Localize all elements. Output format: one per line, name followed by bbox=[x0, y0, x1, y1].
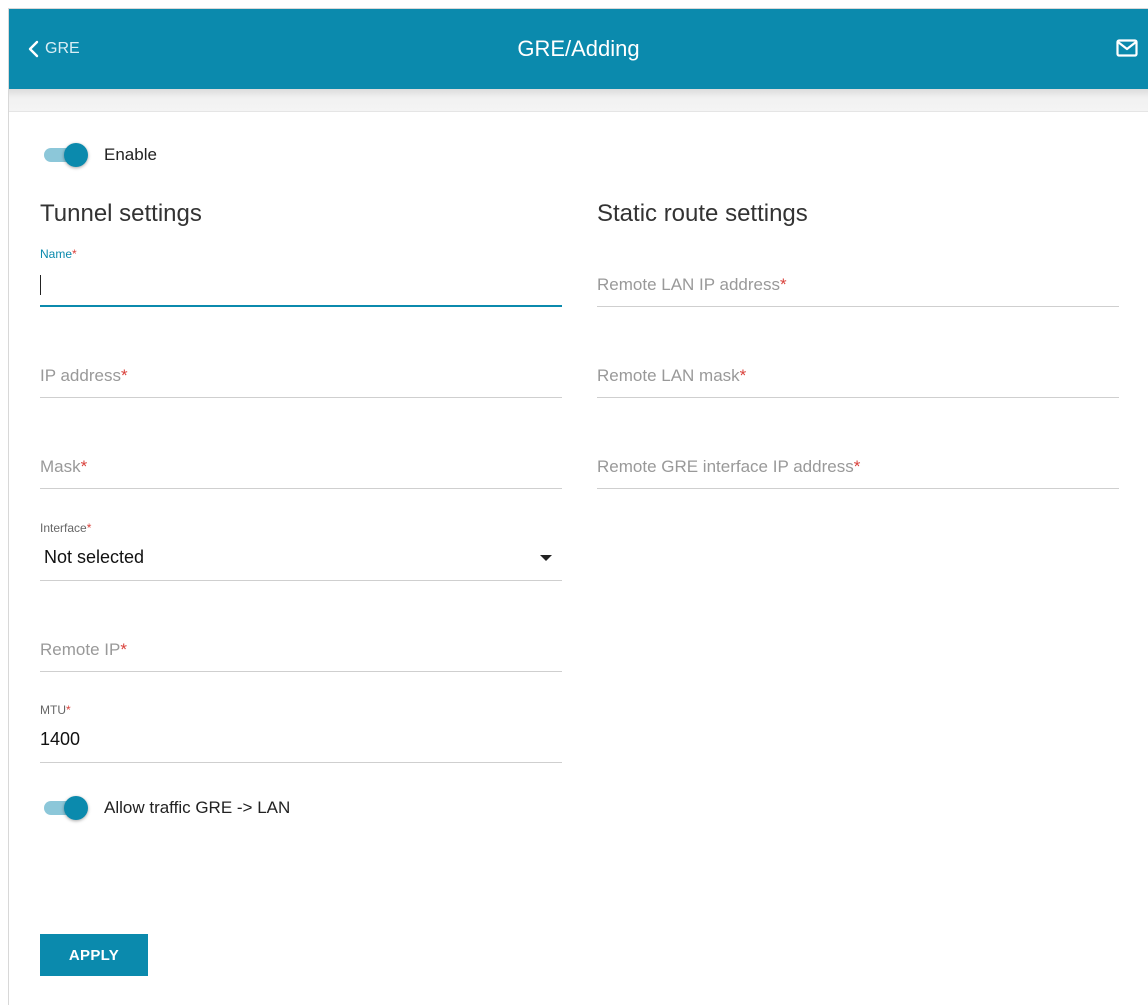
ip-address-field[interactable]: IP address* bbox=[40, 338, 562, 398]
toggle-knob bbox=[64, 796, 88, 820]
interface-underline bbox=[40, 580, 562, 581]
header-shadow bbox=[9, 89, 1148, 112]
remote-gre-ip-field[interactable]: Remote GRE interface IP address* bbox=[597, 429, 1119, 489]
name-field[interactable]: Name* bbox=[40, 247, 562, 307]
interface-label: Interface* bbox=[40, 521, 92, 535]
remote-gre-ip-placeholder: Remote GRE interface IP address* bbox=[597, 457, 861, 476]
remote-lan-mask-field[interactable]: Remote LAN mask* bbox=[597, 338, 1119, 398]
allow-traffic-toggle[interactable] bbox=[40, 796, 88, 820]
enable-toggle[interactable] bbox=[40, 143, 88, 167]
remote-lan-mask-placeholder: Remote LAN mask* bbox=[597, 366, 747, 385]
page-title: GRE/Adding bbox=[517, 36, 640, 61]
remote-ip-underline bbox=[40, 671, 562, 672]
text-caret bbox=[40, 275, 41, 295]
mail-icon[interactable] bbox=[1116, 39, 1138, 62]
name-underline bbox=[40, 305, 562, 307]
remote-gre-ip-underline bbox=[597, 488, 1119, 489]
tunnel-settings-title: Tunnel settings bbox=[40, 200, 202, 227]
mtu-underline bbox=[40, 762, 562, 763]
remote-lan-ip-field[interactable]: Remote LAN IP address* bbox=[597, 247, 1119, 307]
apply-button[interactable]: APPLY bbox=[40, 934, 148, 976]
name-label: Name* bbox=[40, 247, 77, 261]
mask-field[interactable]: Mask* bbox=[40, 429, 562, 489]
mtu-field[interactable]: MTU* 1400 bbox=[40, 703, 562, 763]
mtu-value: 1400 bbox=[40, 729, 81, 749]
remote-lan-ip-underline bbox=[597, 306, 1119, 307]
allow-traffic-label: Allow traffic GRE -> LAN bbox=[104, 798, 291, 817]
enable-label: Enable bbox=[104, 145, 157, 164]
remote-lan-mask-underline bbox=[597, 397, 1119, 398]
mask-placeholder: Mask* bbox=[40, 457, 88, 476]
mask-underline bbox=[40, 488, 562, 489]
ip-address-underline bbox=[40, 397, 562, 398]
remote-ip-placeholder: Remote IP* bbox=[40, 640, 127, 659]
interface-select[interactable]: Interface* Not selected bbox=[40, 521, 562, 581]
toggle-knob bbox=[64, 143, 88, 167]
remote-ip-field[interactable]: Remote IP* bbox=[40, 612, 562, 672]
dropdown-arrow-icon bbox=[540, 555, 552, 561]
ip-address-placeholder: IP address* bbox=[40, 366, 128, 385]
static-route-settings-title: Static route settings bbox=[597, 200, 808, 227]
top-header: GRE GRE/Adding bbox=[9, 9, 1148, 89]
page-frame bbox=[8, 8, 1148, 1005]
mtu-label: MTU* bbox=[40, 703, 71, 717]
remote-lan-ip-placeholder: Remote LAN IP address* bbox=[597, 275, 787, 294]
interface-value: Not selected bbox=[44, 547, 145, 567]
